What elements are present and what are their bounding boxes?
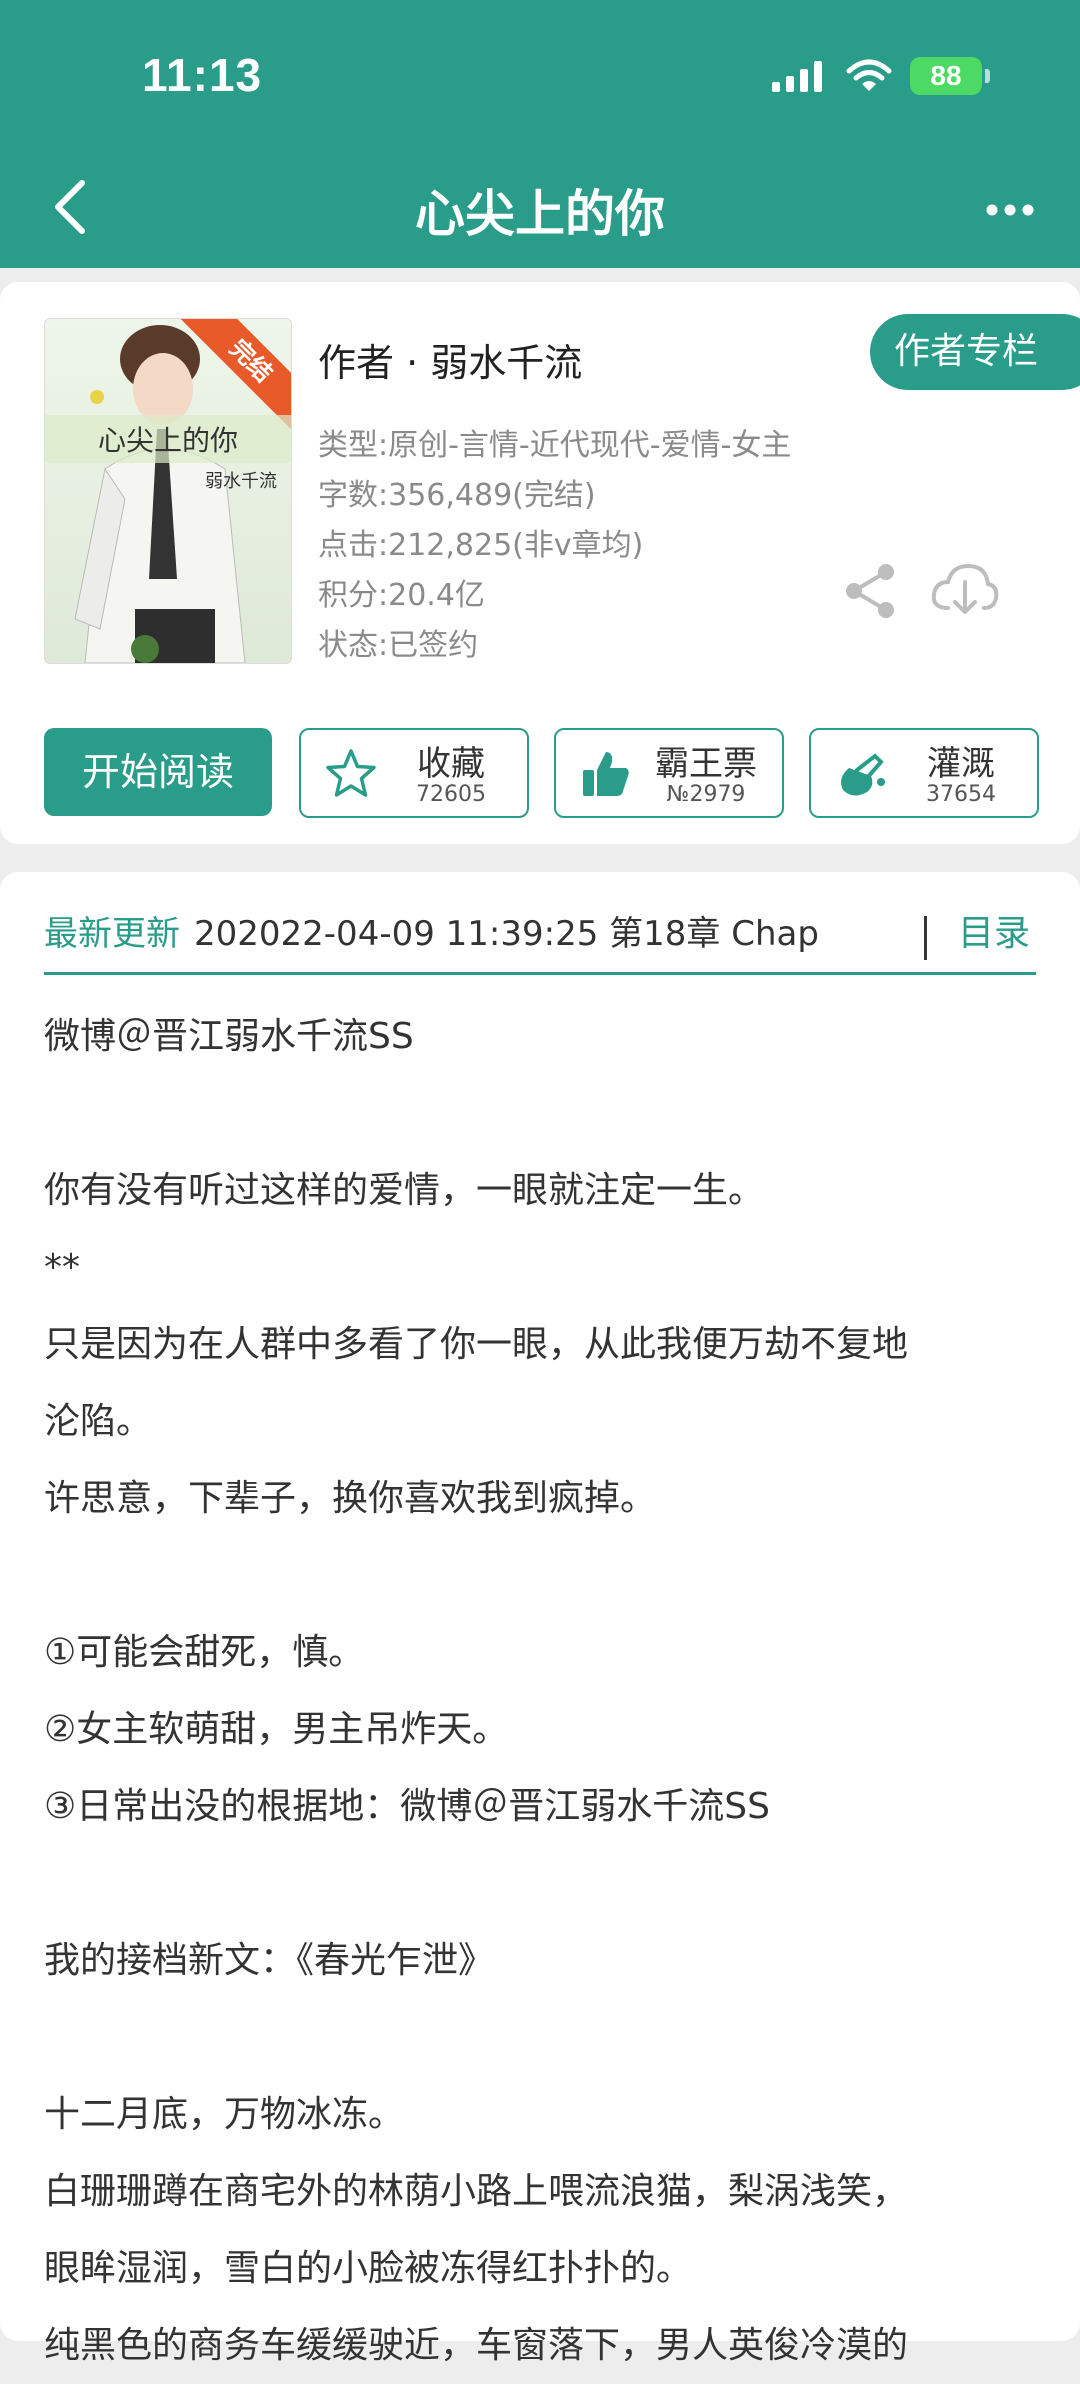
wifi-icon <box>846 59 892 91</box>
battery-indicator: 88 <box>910 57 990 95</box>
intro-line: 眼眸湿润，雪白的小脸被冻得红扑扑的。 <box>44 2248 693 2289</box>
book-score: 积分:20.4亿 <box>318 578 485 613</box>
status-time: 11:13 <box>142 49 263 101</box>
cover-author: 弱水千流 <box>205 471 277 492</box>
app-header: 11:13 88 心尖上的你 <box>0 0 1080 268</box>
intro-line: ** <box>44 1247 80 1288</box>
intro-line: 沦陷。 <box>44 1401 153 1442</box>
cloud-download-icon[interactable] <box>930 560 1000 622</box>
thumbs-up-icon <box>583 752 629 796</box>
book-cover[interactable]: 完结 心尖上的你 弱水千流 <box>44 318 292 664</box>
author-name[interactable]: 作者 · 弱水千流 <box>318 332 582 387</box>
intro-line <box>44 1845 1044 1922</box>
intro-line <box>44 1999 1044 2076</box>
table-of-contents-link[interactable]: 目录 <box>958 896 1030 972</box>
collect-label: 收藏 <box>417 744 485 784</box>
latest-update-label: 最新更新 <box>44 914 180 954</box>
intro-line: ①可能会甜死，慎。 <box>44 1632 365 1673</box>
book-introduction: 微博＠晋江弱水千流SS 你有没有听过这样的爱情，一眼就注定一生。 ** 只是因为… <box>44 998 1044 2384</box>
book-clicks: 点击:212,825(非v章均) <box>318 528 644 563</box>
page-title: 心尖上的你 <box>415 185 665 243</box>
author-column-button[interactable]: 作者专栏 <box>870 314 1080 390</box>
intro-line <box>44 1537 1044 1614</box>
intro-line: 纯黑色的商务车缓缓驶近，车窗落下，男人英俊冷漠的 <box>44 2325 909 2366</box>
battery-level: 88 <box>930 60 962 91</box>
action-bar: 开始阅读 收藏 72605 霸王票 №2979 灌溉 37654 <box>44 728 1039 818</box>
vote-button[interactable]: 霸王票 №2979 <box>554 728 784 818</box>
intro-line: 白珊珊蹲在商宅外的林荫小路上喂流浪猫，梨涡浅笑， <box>44 2171 909 2212</box>
intro-line <box>44 1075 1044 1152</box>
book-info-card: 完结 心尖上的你 弱水千流 作者 · 弱水千流 作者专栏 类型:原创-言情-近代… <box>0 282 1080 844</box>
book-status: 状态:已签约 <box>318 628 479 663</box>
collect-button[interactable]: 收藏 72605 <box>299 728 529 818</box>
vote-label: 霸王票 <box>655 744 757 784</box>
intro-line: 十二月底，万物冰冻。 <box>44 2094 405 2135</box>
more-icon <box>986 204 1034 216</box>
latest-update-info[interactable]: 202022-04-09 11:39:25 第18章 Chap <box>194 896 910 972</box>
start-reading-button[interactable]: 开始阅读 <box>44 728 272 816</box>
intro-line: 许思意，下辈子，换你喜欢我到疯掉。 <box>44 1478 657 1519</box>
more-button[interactable] <box>970 180 1050 240</box>
book-genre: 类型:原创-言情-近代现代-爱情-女主 <box>318 428 792 463</box>
collect-count: 72605 <box>416 782 486 807</box>
book-word-count: 字数:356,489(完结) <box>318 478 596 513</box>
water-label: 灌溉 <box>927 744 995 784</box>
water-button[interactable]: 灌溉 37654 <box>809 728 1039 818</box>
cover-title: 心尖上的你 <box>45 415 291 463</box>
star-icon <box>326 749 376 797</box>
intro-line: 只是因为在人群中多看了你一眼，从此我便万劫不复地 <box>44 1324 909 1365</box>
flask-icon <box>841 753 885 796</box>
intro-line: 你有没有听过这样的爱情，一眼就注定一生。 <box>44 1170 765 1211</box>
signal-icon <box>772 61 822 92</box>
intro-line: 我的接档新文：《春光乍泄》 <box>44 1940 495 1981</box>
intro-line: ②女主软萌甜，男主吊炸天。 <box>44 1709 509 1750</box>
intro-line: 微博＠晋江弱水千流SS <box>44 1016 414 1057</box>
water-count: 37654 <box>926 782 996 807</box>
divider <box>924 916 927 960</box>
share-icon[interactable] <box>842 562 900 620</box>
vote-count: №2979 <box>666 782 746 807</box>
content-section: 最新更新 202022-04-09 11:39:25 第18章 Chap 目录 … <box>0 872 1080 2366</box>
intro-line: ③日常出没的根据地：微博＠晋江弱水千流SS <box>44 1786 770 1827</box>
latest-update-row[interactable]: 最新更新 202022-04-09 11:39:25 第18章 Chap 目录 <box>44 896 1036 975</box>
status-icons: 88 <box>772 56 990 96</box>
